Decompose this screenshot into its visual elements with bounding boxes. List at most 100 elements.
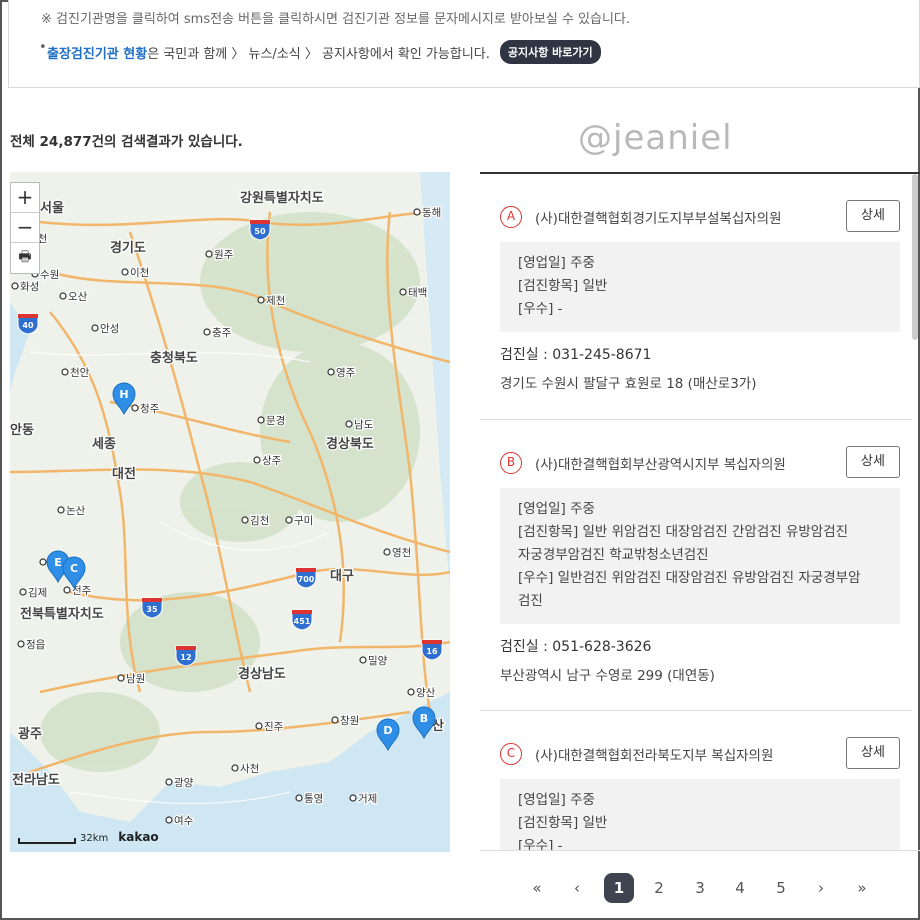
highway-number: 700 (298, 575, 315, 584)
detail-button[interactable]: 상세 (846, 737, 900, 769)
next-page-button[interactable]: › (806, 873, 836, 903)
map-label: 경기도 (109, 239, 147, 258)
map-label-text: 구미 (294, 515, 313, 527)
info-line: [검진항목] 일반 (518, 278, 608, 294)
map[interactable]: 서울강원특별자치도동해인천경기도이천원주수원화성오산제천태백안성충주충청북도천안… (10, 172, 450, 852)
map-label: 경상북도 (325, 435, 375, 454)
map-label-text: 광양 (174, 777, 194, 789)
info-line: [영업일] 주중 (518, 501, 595, 517)
notice-box: ※ 검진기관명을 클릭하여 sms전송 버튼을 클릭하시면 검진기관 정보를 문… (8, 0, 920, 88)
map-label-text: 광주 (18, 727, 42, 742)
map-label-text: 논산 (66, 505, 86, 517)
map-label-text: 전북특별자치도 (20, 606, 104, 622)
map-label: 경상남도 (237, 665, 287, 684)
map-label: 전북특별자치도 (19, 605, 105, 624)
first-page-button[interactable]: « (522, 873, 552, 903)
city-dot (17, 640, 25, 648)
map-label-text: 화성 (20, 281, 39, 293)
city-dot (59, 292, 67, 300)
map-label-text: 천안 (70, 367, 90, 379)
city-dot (407, 688, 415, 696)
map-label-text: 통영 (304, 793, 323, 805)
city-dot (203, 328, 211, 336)
city-dot (61, 368, 69, 376)
result-count: 전체 24,877건의 검색결과가 있습니다. (10, 134, 243, 150)
detail-button[interactable]: 상세 (846, 200, 900, 232)
detail-button[interactable]: 상세 (846, 446, 900, 478)
zoom-out-button[interactable]: − (11, 213, 39, 243)
page-2-button[interactable]: 2 (644, 873, 674, 903)
list-item: B (사)대한결핵협회부산광역시지부 복십자의원 상세 [영업일] 주중 [검진… (480, 420, 912, 711)
highway-shield: 12 (175, 645, 197, 667)
map-label-text: 안동 (10, 422, 34, 438)
map-canvas[interactable]: 서울강원특별자치도동해인천경기도이천원주수원화성오산제천태백안성충주충청북도천안… (10, 172, 450, 852)
city-dot (413, 208, 421, 216)
city-dot (165, 778, 173, 786)
zoom-in-button[interactable]: + (11, 183, 39, 213)
item-badge: C (500, 743, 522, 765)
notice-line-sms: ※ 검진기관명을 클릭하여 sms전송 버튼을 클릭하시면 검진기관 정보를 문… (41, 12, 631, 27)
page-1-button[interactable]: 1 (604, 873, 634, 903)
city-dot (331, 716, 339, 724)
city-dot (165, 816, 173, 824)
page-5-button[interactable]: 5 (766, 873, 796, 903)
map-label-text: 이천 (130, 267, 149, 279)
print-icon[interactable]: 🖶 (11, 243, 39, 273)
map-marker-letter: D (383, 724, 392, 737)
map-label-text: 영주 (336, 367, 356, 379)
info-line: [영업일] 주중 (518, 255, 595, 271)
scale-bar (18, 838, 76, 844)
map-label-text: 안성 (100, 323, 119, 335)
map-label-text: 동해 (422, 206, 441, 219)
map-label-text: 청주 (140, 403, 160, 415)
map-label-text: 남도 (354, 419, 374, 431)
map-label-text: 태백 (408, 287, 427, 299)
city-dot (11, 282, 19, 290)
map-label-text: 강원특별자치도 (240, 190, 324, 206)
city-dot (63, 586, 71, 594)
kakao-logo: kakao (118, 830, 159, 844)
city-dot (205, 250, 213, 258)
highway-number: 451 (294, 617, 311, 626)
clinic-info-box: [영업일] 주중 [검진항목] 일반 위암검진 대장암검진 간암검진 유방암검진… (500, 488, 900, 624)
highway-shield: 40 (17, 313, 39, 335)
map-label-text: 김제 (28, 587, 47, 599)
info-line: [검진항목] 일반 (518, 815, 608, 831)
highway-number: 40 (22, 321, 34, 330)
map-label-text: 양산 (416, 687, 436, 699)
map-label-text: 세종 (92, 437, 116, 452)
clinic-name[interactable]: (사)대한결핵협회부산광역시지부 복십자의원 (535, 453, 786, 473)
city-dot (295, 794, 303, 802)
city-dot (285, 516, 293, 524)
clinic-info-box: [영업일] 주중 [검진항목] 일반 [우수] - (500, 779, 900, 850)
city-dot (327, 368, 335, 376)
list-scrollbar[interactable] (912, 174, 918, 340)
highway-shield-band (250, 220, 270, 224)
map-label: 대구 (329, 568, 355, 586)
city-dot (19, 588, 27, 596)
page-3-button[interactable]: 3 (685, 873, 715, 903)
city-dot (57, 506, 65, 514)
clinic-name[interactable]: (사)대한결핵협회경기도지부부설복십자의원 (535, 207, 782, 227)
page-4-button[interactable]: 4 (725, 873, 755, 903)
map-label-text: 대전 (112, 466, 136, 482)
highway-shield-band (18, 314, 38, 318)
last-page-button[interactable]: » (847, 873, 877, 903)
city-dot (91, 324, 99, 332)
city-dot (39, 558, 47, 566)
clinic-name[interactable]: (사)대한결핵협회전라북도지부 복십자의원 (535, 744, 773, 764)
scale-label: 32km (80, 833, 109, 844)
map-label-text: 창원 (340, 715, 359, 727)
city-dot (359, 656, 367, 664)
map-label-text: 여수 (174, 815, 194, 827)
prev-page-button[interactable]: ‹ (562, 873, 592, 903)
city-dot (121, 268, 129, 276)
map-marker-letter: H (119, 388, 128, 401)
city-dot (345, 420, 353, 428)
watermark: @jeaniel (578, 118, 733, 158)
map-label-text: 경상남도 (238, 666, 286, 682)
map-label-text: 서울 (40, 200, 64, 216)
go-to-notice-button[interactable]: 공지사항 바로가기 (499, 40, 601, 64)
mobile-clinic-link[interactable]: 출장검진기관 현황 (47, 43, 147, 62)
map-label-text: 충청북도 (150, 350, 198, 366)
